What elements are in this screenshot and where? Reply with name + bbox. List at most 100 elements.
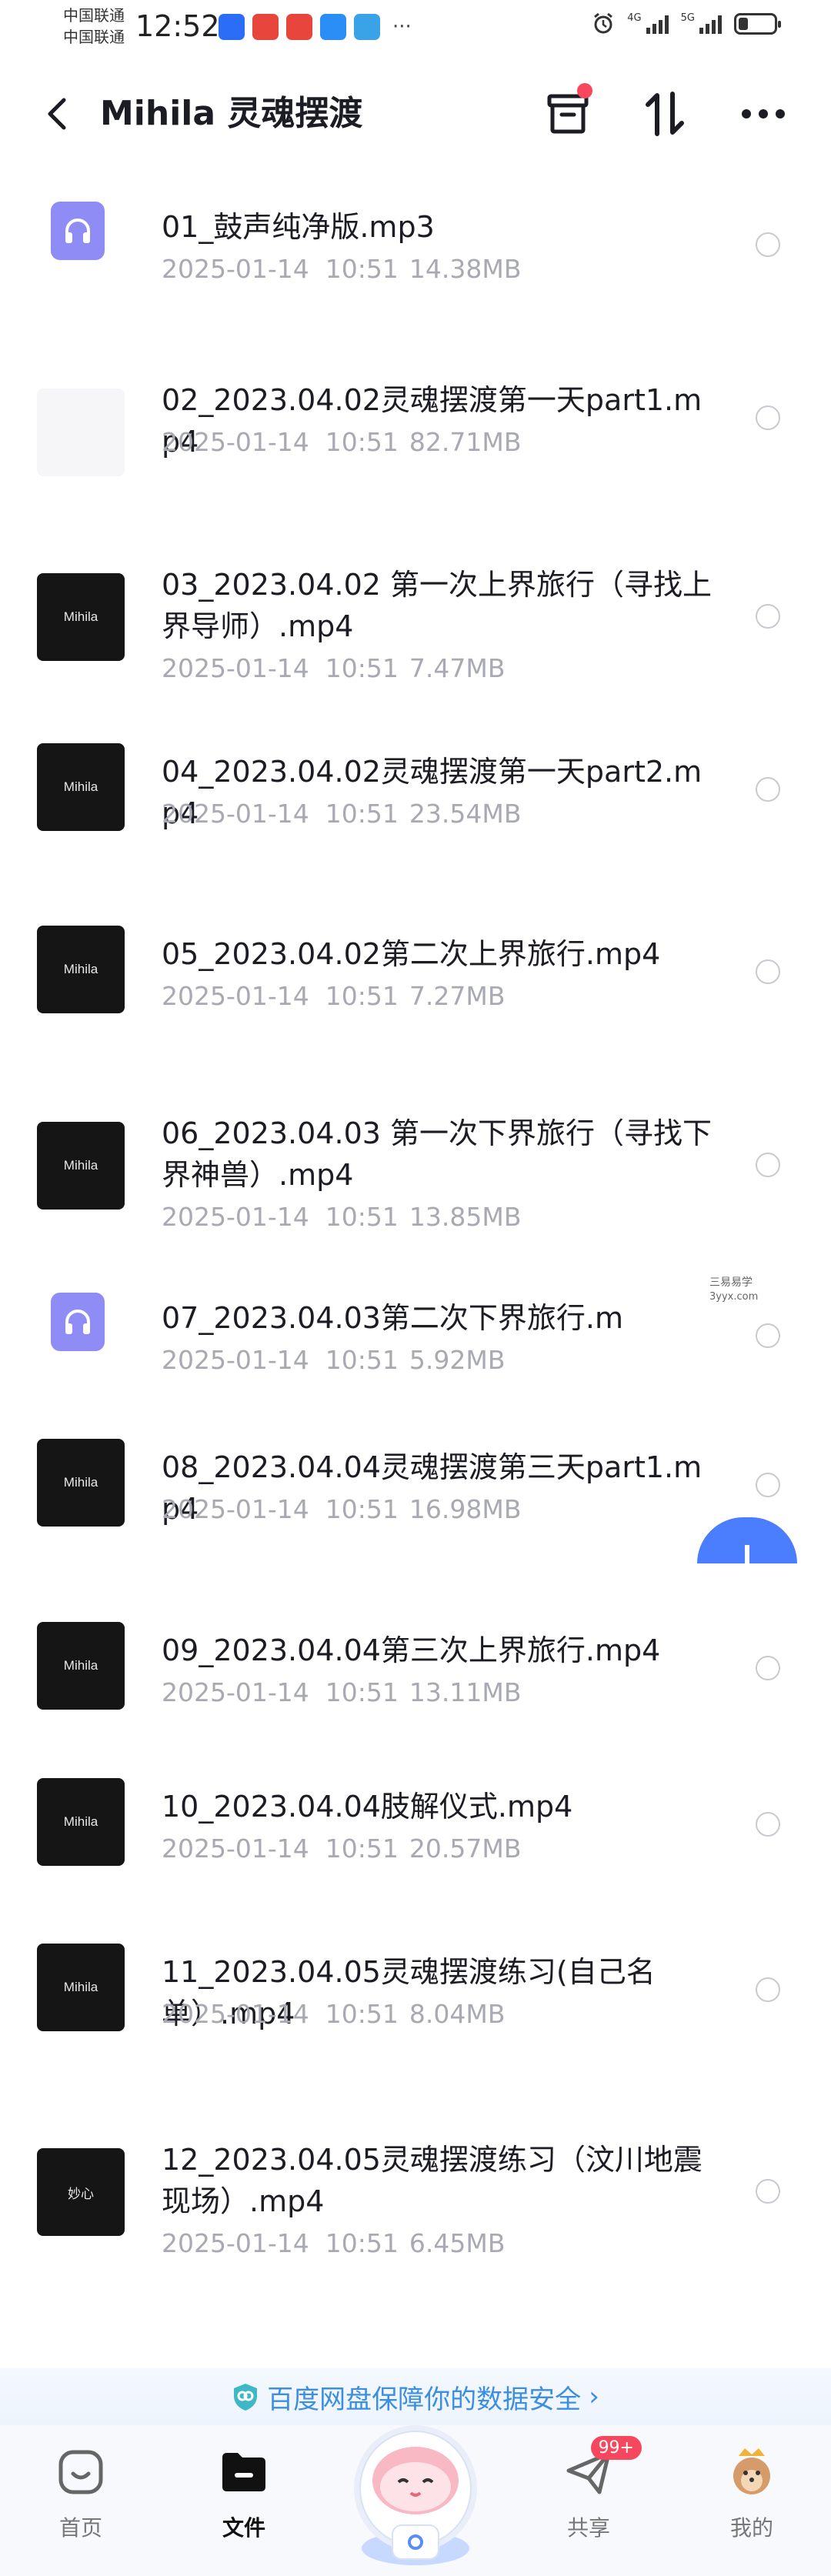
video-thumbnail: Mihila [37,926,125,1013]
file-size: 5.92MB [409,1345,506,1375]
alarm-icon [594,12,613,34]
signal-icon [646,14,669,34]
file-date: 2025-01-14 10:51 [162,981,399,1011]
select-checkbox[interactable] [756,777,780,802]
notification-dot [577,83,592,98]
file-size: 13.11MB [409,1677,522,1707]
carrier-labels: 中国联通 中国联通 [63,5,125,48]
file-meta: 2025-01-14 10:51 7.47MB [162,652,505,686]
file-meta: 2025-01-14 10:51 82.71MB [162,425,521,459]
select-checkbox[interactable] [756,232,780,257]
sort-button[interactable] [634,83,696,145]
video-thumbnail: 妙心 [37,2148,125,2236]
file-size: 13.85MB [409,1202,522,1232]
cloud-app-icon [320,14,346,40]
nav-home-label: 首页 [58,2515,102,2541]
file-date: 2025-01-14 10:51 [162,1202,399,1232]
sort-icon [646,92,684,136]
file-row[interactable]: Mihila 06_2023.04.03 第一次下界旅行（寻找下界神兽）.mp4 2… [0,1091,831,1237]
file-meta: 2025-01-14 10:51 23.54MB [162,797,521,831]
page-title: Mihila 灵魂摆渡 [100,94,363,133]
file-size: 8.04MB [409,1999,506,2029]
chevron-right-icon: › [589,2381,599,2412]
video-thumbnail: Mihila [37,573,125,661]
audio-file-thumbnail [51,1293,105,1351]
network-type-2: 5G [680,12,695,24]
file-row[interactable]: 02_2023.04.02灵魂摆渡第一天part1.mp4 2025-01-14 … [0,358,831,476]
select-checkbox[interactable] [756,1153,780,1177]
bottom-navigation: 首页 文件 99+ 共享 我的 [0,2425,831,2576]
select-checkbox[interactable] [756,604,780,629]
file-meta: 2025-01-14 10:51 14.38MB [162,252,521,286]
profile-icon [733,2448,770,2494]
video-thumbnail: Mihila [37,743,125,831]
file-meta: 2025-01-14 10:51 20.57MB [162,1832,521,1866]
thumbnail-text: Mihila [63,1475,98,1490]
back-button[interactable] [34,91,80,137]
video-thumbnail [37,389,125,476]
network-type-1: 4G [627,12,642,24]
select-checkbox[interactable] [756,1656,780,1680]
shield-icon [234,2384,258,2411]
nav-profile-label: 我的 [729,2515,773,2541]
headphones-icon [65,219,90,243]
file-name: 12_2023.04.05灵魂摆渡练习（汶川地震现场）.mp4 [162,2143,703,2218]
file-meta: 2025-01-14 10:51 13.85MB [162,1200,521,1234]
app-notification-icon [219,14,245,40]
carrier-2: 中国联通 [63,28,125,46]
file-row[interactable]: Mihila 04_2023.04.02灵魂摆渡第一天part2.mp4 2025-… [0,729,831,845]
data-safety-banner[interactable]: 百度网盘保障你的数据安全 › [0,2368,831,2425]
nav-files[interactable]: 文件 [194,2445,294,2542]
battery-icon [734,13,781,35]
select-checkbox[interactable] [756,1323,780,1348]
video-thumbnail: Mihila [37,1944,125,2031]
select-checkbox[interactable] [756,2179,780,2204]
select-checkbox[interactable] [756,1473,780,1497]
nav-home[interactable]: 首页 [31,2445,131,2542]
nav-profile[interactable]: 我的 [702,2445,802,2542]
file-row[interactable]: 01_鼓声纯净版.mp3 2025-01-14 10:51 14.38MB [0,185,831,300]
file-size: 6.45MB [409,2228,506,2258]
file-size: 16.98MB [409,1494,522,1524]
select-checkbox[interactable] [756,405,780,430]
file-date: 2025-01-14 10:51 [162,2228,399,2258]
file-date: 2025-01-14 10:51 [162,1345,399,1375]
file-row[interactable]: Mihila 11_2023.04.05灵魂摆渡练习(自己名单）.mp4 2025-… [0,1930,831,2045]
file-meta: 2025-01-14 10:51 8.04MB [162,1997,505,2031]
file-row[interactable]: Mihila 05_2023.04.02第二次上界旅行.mp4 2025-01-14… [0,912,831,1027]
select-checkbox[interactable] [756,1977,780,2002]
thumbnail-text: Mihila [63,1658,98,1673]
select-checkbox[interactable] [756,959,780,984]
file-name: 07_2023.04.03第二次下界旅行.m [162,1301,624,1335]
select-checkbox[interactable] [756,1812,780,1837]
file-date: 2025-01-14 10:51 [162,427,399,457]
signal-icon [699,14,722,34]
status-time: 12:52 [135,9,220,43]
audio-file-thumbnail [51,202,105,260]
nav-share[interactable]: 99+ 共享 [539,2436,642,2542]
file-meta: 2025-01-14 10:51 16.98MB [162,1493,521,1527]
file-row[interactable]: Mihila 09_2023.04.04第三次上界旅行.mp4 2025-01-14… [0,1608,831,1723]
file-name: 09_2023.04.04第三次上界旅行.mp4 [162,1633,661,1667]
file-row[interactable]: Mihila 03_2023.04.02 第一次上界旅行（寻找上界导师）.mp4 2… [0,542,831,689]
archive-button[interactable] [537,83,599,145]
file-size: 20.57MB [409,1834,522,1864]
file-date: 2025-01-14 10:51 [162,1494,399,1524]
file-size: 7.47MB [409,653,506,683]
thumbnail-text: Mihila [63,1158,98,1173]
file-meta: 2025-01-14 10:51 7.27MB [162,979,505,1013]
file-name: 05_2023.04.02第二次上界旅行.mp4 [162,937,661,971]
file-row[interactable]: Mihila 10_2023.04.04肢解仪式.mp4 2025-01-14 10… [0,1764,831,1880]
video-thumbnail: Mihila [37,1622,125,1710]
share-badge: 99+ [590,2436,642,2460]
file-name: 03_2023.04.02 第一次上界旅行（寻找上界导师）.mp4 [162,568,713,643]
mascot-button[interactable] [331,2418,500,2571]
more-options-button[interactable] [733,83,794,145]
file-date: 2025-01-14 10:51 [162,1834,399,1864]
file-date: 2025-01-14 10:51 [162,1999,399,2029]
file-row[interactable]: 妙心 12_2023.04.05灵魂摆渡练习（汶川地震现场）.mp4 2025-01… [0,2117,831,2264]
file-row[interactable]: Mihila 08_2023.04.04灵魂摆渡第三天part1.mp4 2025-… [0,1425,831,1540]
app-notification-icon [252,14,279,40]
notification-icons: ··· [219,14,412,40]
file-name: 10_2023.04.04肢解仪式.mp4 [162,1790,573,1824]
